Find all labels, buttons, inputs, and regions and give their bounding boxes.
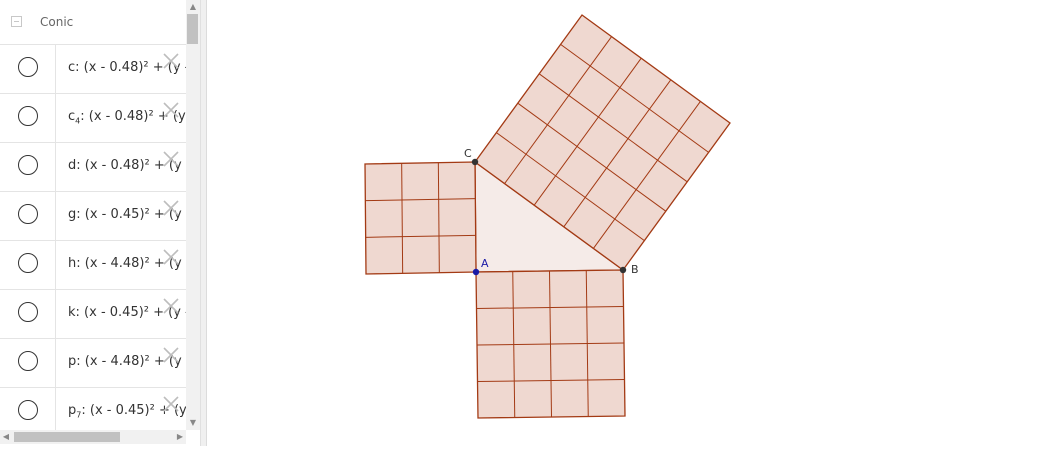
algebra-item[interactable]: p: (x - 4.48)² + (y - bbox=[0, 338, 186, 387]
algebra-item[interactable]: p7: (x - 0.45)² + (y - bbox=[0, 387, 186, 436]
horizontal-scroll-thumb[interactable] bbox=[14, 432, 120, 442]
close-icon[interactable] bbox=[161, 345, 181, 365]
visibility-toggle[interactable] bbox=[18, 57, 38, 77]
point-b[interactable] bbox=[619, 266, 627, 274]
visibility-column bbox=[0, 339, 56, 387]
scroll-down-icon[interactable]: ▼ bbox=[186, 417, 200, 429]
visibility-toggle[interactable] bbox=[18, 351, 38, 371]
algebra-item[interactable]: c4: (x - 0.48)² + (y - bbox=[0, 93, 186, 142]
point-a[interactable] bbox=[472, 268, 480, 276]
visibility-column bbox=[0, 192, 56, 240]
close-icon[interactable] bbox=[161, 394, 181, 414]
collapse-icon[interactable] bbox=[11, 16, 22, 27]
square-on-ac[interactable] bbox=[364, 161, 477, 275]
visibility-toggle[interactable] bbox=[18, 106, 38, 126]
scroll-up-icon[interactable]: ▲ bbox=[186, 1, 200, 13]
group-label: Conic bbox=[40, 15, 74, 29]
algebra-item[interactable]: d: (x - 0.48)² + (y - bbox=[0, 142, 186, 191]
algebra-rows: c: (x - 0.48)² + (y - c4: (x - 0.48)² + … bbox=[0, 44, 186, 436]
horizontal-scrollbar[interactable]: ◀ ▶ bbox=[0, 430, 186, 444]
algebra-item[interactable]: k: (x - 0.45)² + (y - bbox=[0, 289, 186, 338]
close-icon[interactable] bbox=[161, 198, 181, 218]
visibility-column bbox=[0, 290, 56, 338]
visibility-toggle[interactable] bbox=[18, 302, 38, 322]
close-icon[interactable] bbox=[161, 100, 181, 120]
point-c[interactable] bbox=[471, 158, 479, 166]
object-name: h bbox=[68, 256, 77, 271]
vertical-scroll-thumb[interactable] bbox=[187, 14, 198, 44]
scroll-right-icon[interactable]: ▶ bbox=[174, 430, 186, 444]
close-icon[interactable] bbox=[161, 51, 181, 71]
visibility-column bbox=[0, 143, 56, 191]
object-name: k bbox=[68, 305, 76, 320]
vertical-scrollbar[interactable]: ▲ ▼ bbox=[186, 0, 200, 430]
algebra-item[interactable]: g: (x - 0.45)² + (y - bbox=[0, 191, 186, 240]
label-a: A bbox=[481, 257, 489, 270]
close-icon[interactable] bbox=[161, 247, 181, 267]
visibility-column bbox=[0, 94, 56, 142]
scroll-left-icon[interactable]: ◀ bbox=[0, 430, 12, 444]
algebra-item[interactable]: h: (x - 4.48)² + (y - bbox=[0, 240, 186, 289]
visibility-toggle[interactable] bbox=[18, 253, 38, 273]
visibility-toggle[interactable] bbox=[18, 400, 38, 420]
visibility-column bbox=[0, 45, 56, 93]
visibility-toggle[interactable] bbox=[18, 204, 38, 224]
visibility-column bbox=[0, 241, 56, 289]
visibility-toggle[interactable] bbox=[18, 155, 38, 175]
view-divider[interactable] bbox=[200, 0, 207, 446]
algebra-item[interactable]: c: (x - 0.48)² + (y - bbox=[0, 44, 186, 93]
group-header-conic[interactable]: Conic bbox=[0, 0, 186, 44]
visibility-column bbox=[0, 388, 56, 436]
close-icon[interactable] bbox=[161, 296, 181, 316]
label-b: B bbox=[631, 263, 639, 276]
algebra-view: Conic c: (x - 0.48)² + (y - c4: (x - 0.4… bbox=[0, 0, 200, 446]
close-icon[interactable] bbox=[161, 149, 181, 169]
graphics-view[interactable]: C B A bbox=[207, 0, 1040, 446]
label-c: C bbox=[464, 147, 472, 160]
